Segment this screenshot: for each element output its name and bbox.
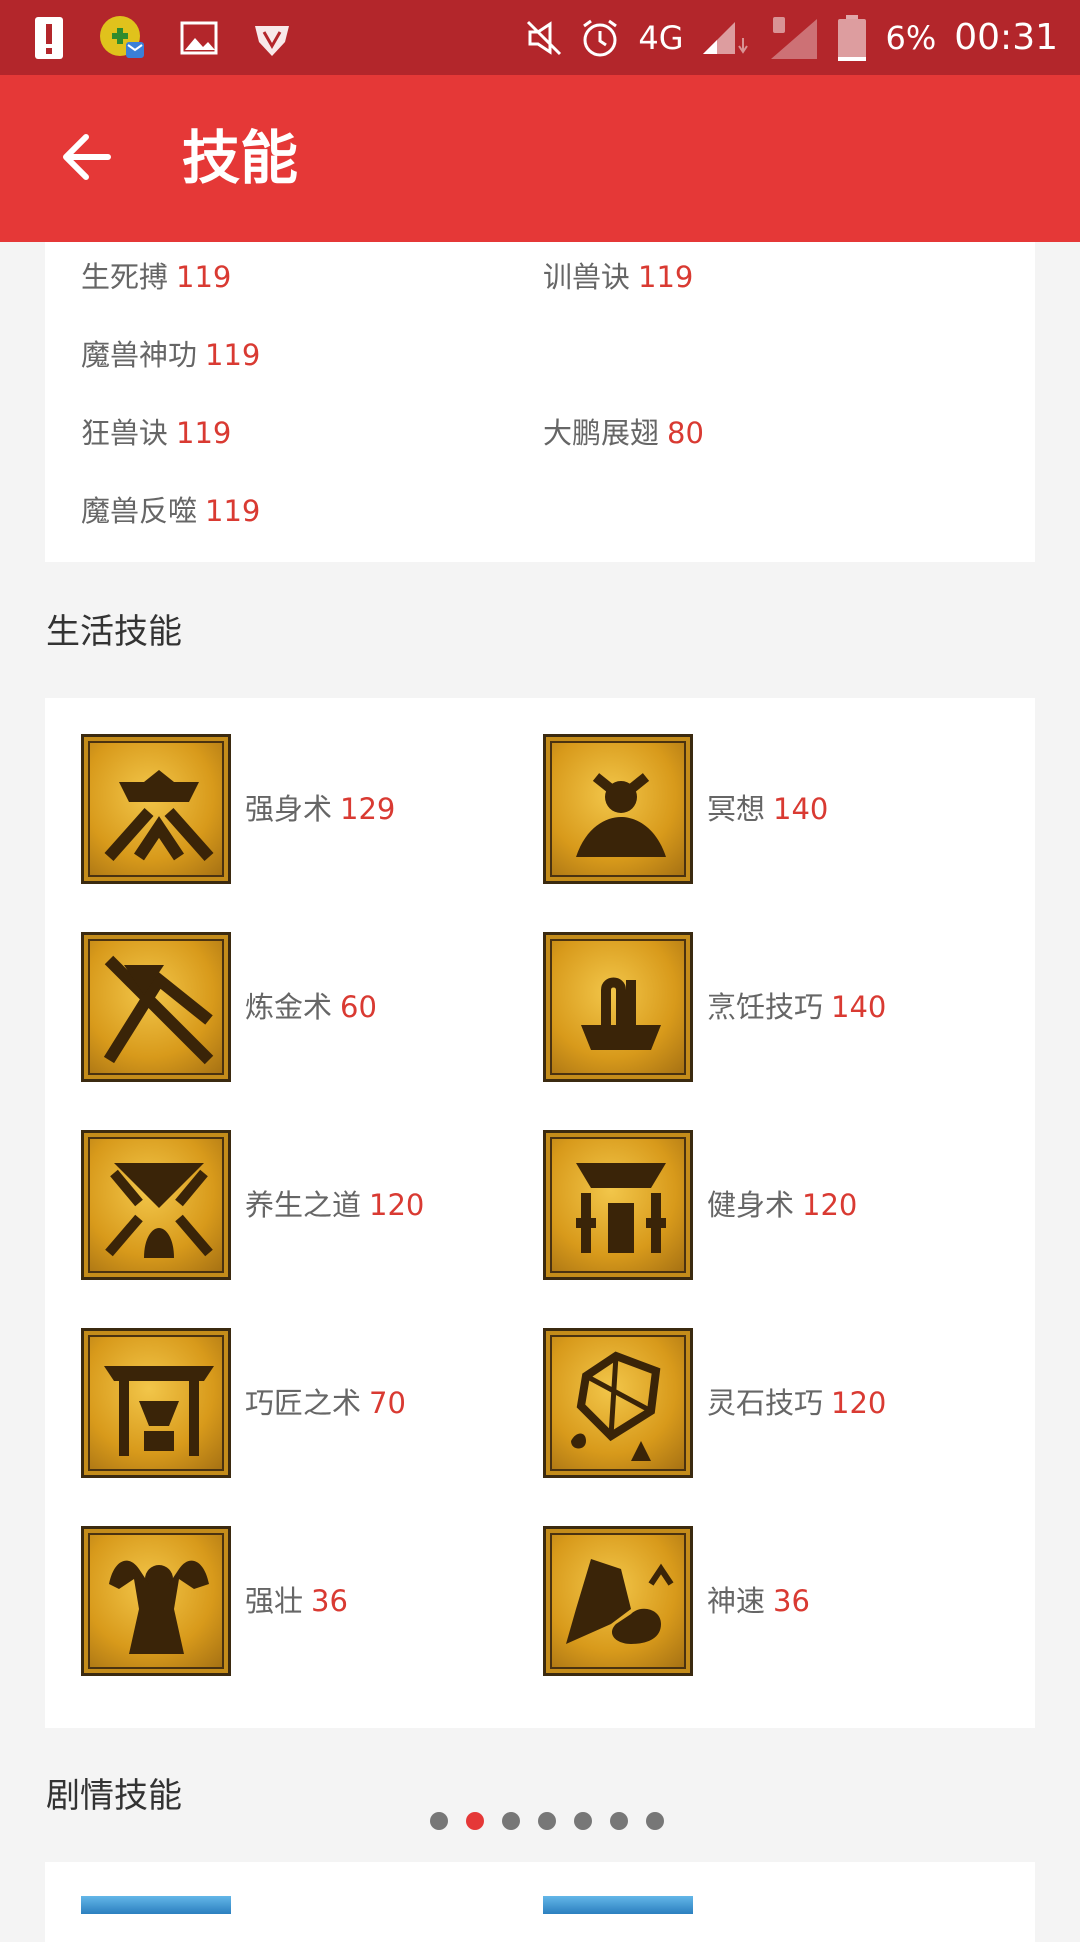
meditation-icon <box>543 734 693 884</box>
skill-label: 健身术 120 <box>707 1130 857 1280</box>
section-title-story-skills: 剧情技能 <box>46 1776 182 1816</box>
skill-level: 36 <box>311 1584 348 1618</box>
skill-level: 120 <box>802 1188 858 1222</box>
skill-entry: 魔兽反噬 119 <box>81 488 260 530</box>
skill-label: 炼金术 60 <box>245 932 377 1082</box>
skill-level: 140 <box>831 990 887 1024</box>
cooking-icon <box>543 932 693 1082</box>
story-skill-icon[interactable] <box>543 1896 693 1914</box>
skill-name: 强壮 <box>245 1584 304 1618</box>
page-dot-4[interactable] <box>538 1812 556 1830</box>
skill-entry: 训兽诀 119 <box>543 254 693 296</box>
network-type: 4G <box>638 18 684 57</box>
alchemy-icon <box>81 932 231 1082</box>
skill-name: 魔兽神功 <box>81 338 198 372</box>
health-icon <box>81 1130 231 1280</box>
skill-entry: 大鹏展翅 80 <box>543 410 704 452</box>
skill-entry: 生死搏 119 <box>81 254 231 296</box>
speed-icon <box>543 1526 693 1676</box>
skill-name: 狂兽诀 <box>81 416 169 450</box>
life-skills-card: 强身术129 冥想140 炼金术60 烹饪技巧140 养生之道120 <box>45 698 1035 1728</box>
page-dot-2[interactable] <box>466 1812 484 1830</box>
skill-name: 训兽诀 <box>543 260 631 294</box>
fitness-icon <box>543 1130 693 1280</box>
skill-label: 冥想 140 <box>707 734 828 884</box>
clock: 00:31 <box>954 17 1058 58</box>
skill-label: 强身术 129 <box>245 734 395 884</box>
skill-entry: 狂兽诀 119 <box>81 410 231 452</box>
signal-empty-icon <box>769 15 819 61</box>
skill-name: 魔兽反噬 <box>81 494 198 528</box>
alert-icon <box>34 16 64 60</box>
app-bar: 技能 <box>0 75 1080 242</box>
skill-label: 巧匠之术 70 <box>245 1328 406 1478</box>
skill-name: 冥想 <box>707 792 766 826</box>
page-dot-6[interactable] <box>610 1812 628 1830</box>
arrow-left-icon <box>58 129 114 189</box>
skill-name: 炼金术 <box>245 990 333 1024</box>
skill-label: 灵石技巧 120 <box>707 1328 886 1478</box>
status-bar-left <box>34 0 292 75</box>
skill-label: 强壮 36 <box>245 1526 348 1676</box>
skill-label: 烹饪技巧 140 <box>707 932 886 1082</box>
skill-level: 120 <box>369 1188 425 1222</box>
skill-level: 140 <box>773 792 829 826</box>
story-skills-card <box>45 1862 1035 1942</box>
image-icon <box>180 21 218 55</box>
page-dot-1[interactable] <box>430 1812 448 1830</box>
alarm-icon <box>580 18 620 58</box>
skill-level: 119 <box>176 416 232 450</box>
skill-name: 养生之道 <box>245 1188 362 1222</box>
skill-entry: 魔兽神功 119 <box>81 332 260 374</box>
page-indicator <box>430 1812 664 1830</box>
skill-name: 神速 <box>707 1584 766 1618</box>
skill-name: 生死搏 <box>81 260 169 294</box>
back-button[interactable] <box>44 117 128 201</box>
status-bar-right: 4G 6% 00:31 <box>526 0 1058 75</box>
battery-percent: 6% <box>885 18 937 57</box>
skill-level: 70 <box>369 1386 406 1420</box>
skill-name: 强身术 <box>245 792 333 826</box>
page-dot-7[interactable] <box>646 1812 664 1830</box>
skill-name: 巧匠之术 <box>245 1386 362 1420</box>
section-title-life-skills: 生活技能 <box>46 612 182 652</box>
mute-icon <box>526 20 562 56</box>
skill-level: 36 <box>773 1584 810 1618</box>
skill-label: 神速 36 <box>707 1526 810 1676</box>
skill-level: 80 <box>667 416 704 450</box>
skill-level: 119 <box>205 338 261 372</box>
content-scroll[interactable]: 生死搏 119 训兽诀 119 魔兽神功 119 狂兽诀 119 大鹏展翅 80 魔兽反噬… <box>0 242 1080 1942</box>
skill-level: 119 <box>638 260 694 294</box>
page-dot-3[interactable] <box>502 1812 520 1830</box>
skill-level: 60 <box>340 990 377 1024</box>
skill-level: 129 <box>340 792 396 826</box>
skill-level: 119 <box>205 494 261 528</box>
page-dot-5[interactable] <box>574 1812 592 1830</box>
gem-icon <box>543 1328 693 1478</box>
signal-icon <box>701 20 751 56</box>
skill-label: 养生之道 120 <box>245 1130 424 1280</box>
status-bar: 4G 6% 00:31 <box>0 0 1080 75</box>
strength-icon <box>81 734 231 884</box>
combat-skills-card: 生死搏 119 训兽诀 119 魔兽神功 119 狂兽诀 119 大鹏展翅 80 魔兽反噬… <box>45 242 1035 562</box>
shield-icon <box>252 18 292 58</box>
skill-name: 灵石技巧 <box>707 1386 824 1420</box>
craftsman-icon <box>81 1328 231 1478</box>
skill-name: 烹饪技巧 <box>707 990 824 1024</box>
muscle-icon <box>81 1526 231 1676</box>
game-app-icon <box>98 14 146 62</box>
skill-level: 119 <box>176 260 232 294</box>
skill-level: 120 <box>831 1386 887 1420</box>
skill-name: 健身术 <box>707 1188 795 1222</box>
page-title: 技能 <box>182 124 299 192</box>
battery-icon <box>837 14 867 62</box>
skill-name: 大鹏展翅 <box>543 416 660 450</box>
story-skill-icon[interactable] <box>81 1896 231 1914</box>
